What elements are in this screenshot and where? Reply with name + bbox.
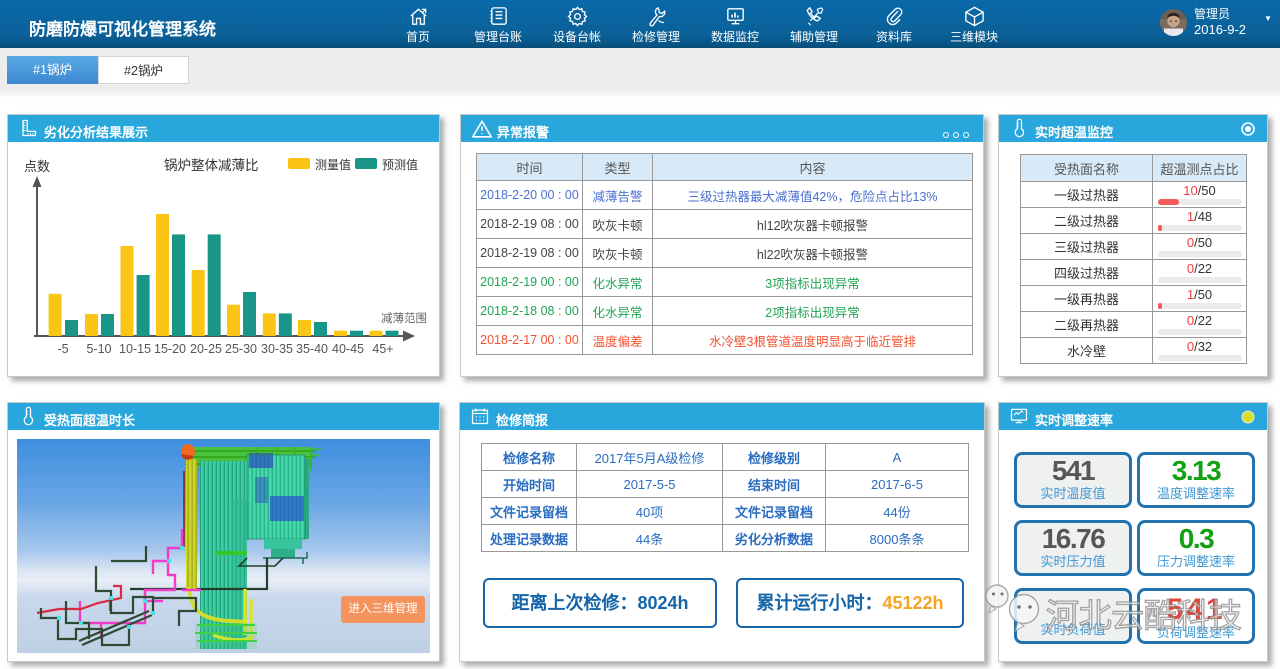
svg-text:20-25: 20-25 [190,342,222,356]
svg-text:10-15: 10-15 [119,342,151,356]
svg-text:减薄范围: 减薄范围 [381,311,427,325]
svg-text:30-35: 30-35 [261,342,293,356]
svg-text:40-45: 40-45 [332,342,364,356]
svg-text:35-40: 35-40 [296,342,328,356]
svg-text:预测值: 预测值 [382,157,418,172]
svg-text:5-10: 5-10 [86,342,111,356]
svg-text:15-20: 15-20 [154,342,186,356]
svg-text:测量值: 测量值 [315,157,351,172]
svg-text:点数: 点数 [24,159,50,174]
svg-text:-5: -5 [57,342,68,356]
svg-text:25-30: 25-30 [225,342,257,356]
svg-text:锅炉整体减薄比: 锅炉整体减薄比 [164,158,259,173]
svg-text:45+: 45+ [372,342,393,356]
